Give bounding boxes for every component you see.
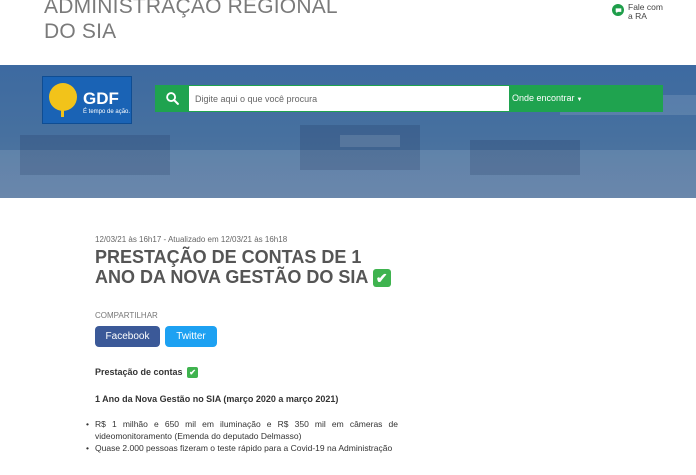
chat-icon [612,4,624,16]
search-button[interactable] [155,85,189,112]
article-subtitle: Prestação de contas ✔ [95,367,199,379]
ipe-tree-icon [49,83,77,111]
share-twitter-button[interactable]: Twitter [165,326,217,347]
chevron-down-icon: ▼ [427,97,434,103]
list-item: R$ 1 milhão e 650 mil em iluminação e R$… [86,418,398,442]
contact-link[interactable]: Fale com a RA [612,3,668,21]
nav-item-label: Onde encontrar [512,93,575,103]
nav-item-onde-encontrar[interactable]: Onde encontrar ▼ [512,93,583,103]
site-title[interactable]: ADMINISTRAÇÃO REGIONAL DO SIA [44,0,344,44]
contact-label: Fale com a RA [628,2,663,21]
article-title-text: PRESTAÇÃO DE CONTAS DE 1 ANO DA NOVA GES… [95,247,368,287]
chevron-down-icon: ▼ [487,97,494,103]
check-mark-icon: ✔ [372,269,391,288]
article-period: 1 Ano da Nova Gestão no SIA (março 2020 … [95,394,339,404]
nav-item-label: Sobre a RA [379,93,426,103]
logo-tagline: É tempo de ação. [83,109,131,115]
article-meta: 12/03/21 às 16h17 - Atualizado em 12/03/… [95,235,288,244]
article-bullet-list: R$ 1 milhão e 650 mil em iluminação e R$… [86,418,398,454]
main-navbar: Sobre a RA▼ Serviços▼ Onde encontrar▼ [155,85,663,112]
chevron-down-icon: ▼ [576,97,583,103]
share-facebook-button[interactable]: Facebook [95,326,160,347]
search-icon [165,92,179,105]
top-header: ADMINISTRAÇÃO REGIONAL DO SIA Fale com a… [0,0,696,65]
nav-item-sobre-a-ra[interactable]: Sobre a RA ▼ [379,93,433,103]
nav-item-servicos[interactable]: Serviços ▼ [451,93,493,103]
logo-text: GDF [83,89,119,108]
list-item: Quase 2.000 pessoas fizeram o teste rápi… [86,442,398,454]
article-title: PRESTAÇÃO DE CONTAS DE 1 ANO DA NOVA GES… [95,247,405,288]
nav-item-label: Serviços [451,93,486,103]
gdf-logo[interactable]: GDF É tempo de ação. [42,76,132,124]
article-subtitle-text: Prestação de contas [95,367,183,377]
check-mark-icon: ✔ [187,367,199,379]
share-label: COMPARTILHAR [95,311,158,320]
